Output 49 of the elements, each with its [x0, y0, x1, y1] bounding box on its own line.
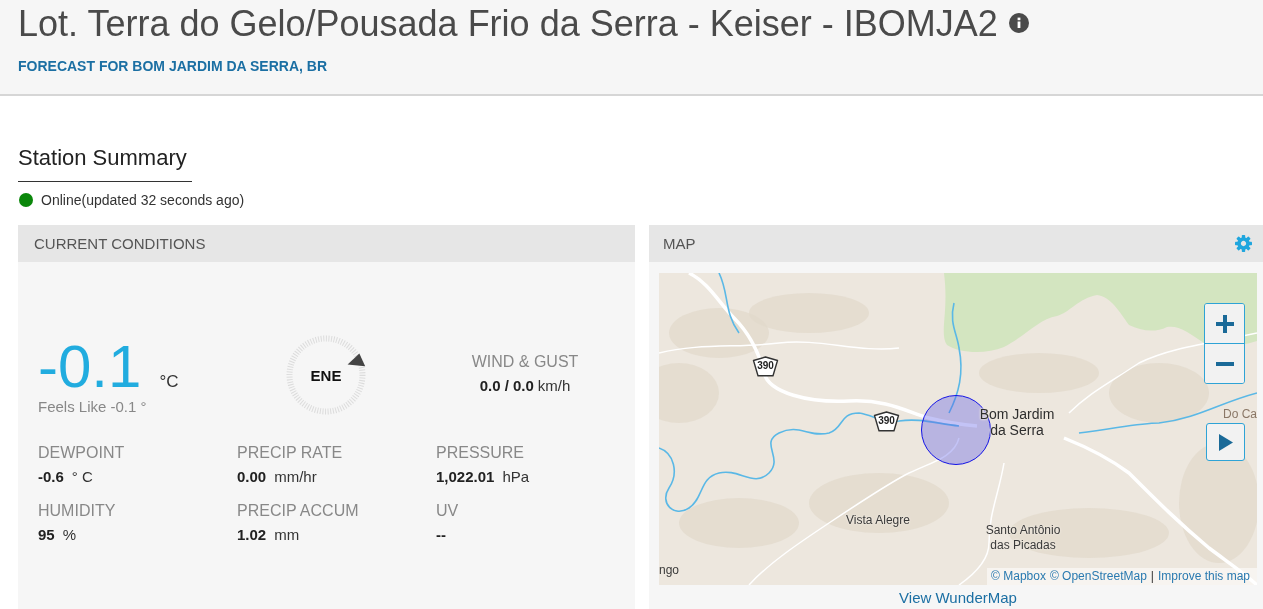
play-icon [1218, 433, 1233, 451]
attribution-link[interactable]: © OpenStreetMap [1049, 569, 1147, 584]
attribution-link[interactable]: © Mapbox [991, 569, 1046, 584]
metric-unit: km/h [537, 377, 571, 394]
forecast-link[interactable]: FORECAST FOR BOM JARDIM DA SERRA, BR [18, 58, 328, 75]
metric-unit: mm [274, 526, 300, 543]
metric-value: 1,022.01 [436, 468, 495, 485]
wind-direction: ENE [310, 366, 342, 384]
metric-label: PRECIP ACCUM [237, 502, 359, 520]
route-shield: 390 [752, 356, 779, 377]
panel-title: MAP [663, 235, 696, 252]
plus-icon [1215, 314, 1234, 333]
metric-label: HUMIDITY [38, 502, 116, 520]
feels-like-text: Feels Like -0.1 ° [38, 398, 147, 415]
metric-value: 95 [38, 526, 55, 543]
wind-direction-pointer [347, 353, 366, 367]
metric-value: -- [436, 526, 446, 543]
metric-unit: hPa [502, 468, 530, 485]
zoom-in-button[interactable] [1205, 304, 1244, 343]
metric-label: WIND & GUST [471, 353, 579, 371]
metric-label: UV [436, 502, 459, 520]
route-shield: 390 [873, 411, 900, 432]
station-title: Lot. Terra do Gelo/Pousada Frio da Serra - Keiser - IBOMJA2 [18, 2, 998, 46]
metric-label: PRESSURE [436, 444, 525, 462]
zoom-out-button[interactable] [1205, 343, 1244, 383]
metric-unit: ° C [71, 468, 93, 485]
play-button[interactable] [1206, 423, 1245, 461]
metric-value: 0.00 [237, 468, 267, 485]
info-icon[interactable] [1008, 13, 1029, 33]
place-label: Vista Alegre [845, 513, 911, 528]
temperature-unit: °C [159, 372, 179, 392]
attribution-link[interactable]: Improve this map [1157, 569, 1250, 584]
section-heading: Station Summary [18, 145, 192, 182]
separator-text: | [1150, 569, 1154, 584]
place-label: ngo [659, 563, 681, 578]
place-label: Santo Antônio das Picadas [984, 523, 1062, 553]
metric-value: 0.0 / 0.0 [479, 377, 534, 394]
metric-value: 1.02 [237, 526, 267, 543]
place-label: Do Ca [1222, 407, 1257, 422]
metric-unit: mm/hr [274, 468, 317, 485]
metric-value: -0.6 [38, 468, 64, 485]
metric-label: DEWPOINT [38, 444, 125, 462]
status-text: Online(updated 32 seconds ago) [41, 192, 245, 208]
minus-icon [1215, 361, 1234, 366]
wundermap-link[interactable]: View WunderMap [899, 589, 1017, 606]
panel-header: CURRENT CONDITIONS [18, 225, 635, 262]
metric-label: PRECIP RATE [237, 444, 343, 462]
temperature-value: -0.1 [38, 336, 142, 398]
metric-unit: % [62, 526, 77, 543]
